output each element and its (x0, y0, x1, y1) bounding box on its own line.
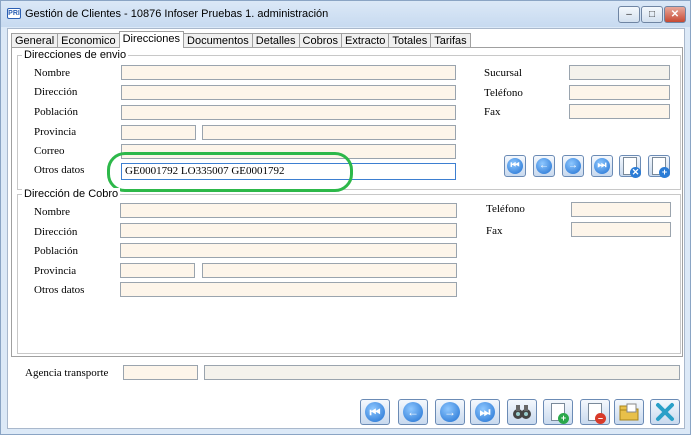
envio-group-title: Direcciones de envio (22, 49, 129, 61)
cobro-fax-field[interactable] (571, 222, 671, 237)
cobro-poblacion-field[interactable] (120, 243, 457, 258)
cobro-cp-field[interactable] (120, 263, 195, 278)
envio-provincia-field[interactable] (202, 125, 456, 140)
delete-record-button[interactable]: – (580, 399, 610, 425)
first-record-icon: ⏮ (365, 402, 385, 422)
envio-cp-field[interactable] (121, 125, 196, 140)
tab-tarifas[interactable]: Tarifas (430, 33, 471, 48)
highlight-annotation (107, 152, 353, 192)
envio-last-button[interactable]: ⏭ (591, 155, 613, 177)
maximize-button[interactable]: □ (641, 6, 663, 23)
binoculars-icon (513, 405, 531, 419)
cobro-group-title: Dirección de Cobro (22, 188, 121, 200)
next-record-button[interactable]: → (435, 399, 465, 425)
envio-nombre-field[interactable] (121, 65, 456, 80)
cobro-otros-label: Otros datos (34, 284, 85, 296)
cobro-direccion-label: Dirección (34, 226, 78, 238)
last-record-icon: ⏭ (475, 402, 495, 422)
title-bar[interactable]: PRI Gestión de Clientes - 10876 Infoser … (1, 1, 690, 27)
document-delete-icon: ✕ (623, 157, 641, 178)
document-delete-icon: – (588, 403, 606, 424)
tab-direcciones[interactable]: Direcciones (118, 31, 185, 48)
arrow-left-icon: ← (536, 158, 552, 174)
prev-record-button[interactable]: ← (398, 399, 428, 425)
envio-direccion-label: Dirección (34, 86, 78, 98)
folder-save-icon (619, 403, 639, 421)
app-icon: PRI (7, 8, 21, 19)
envio-prev-button[interactable]: ← (533, 155, 555, 177)
new-record-button[interactable]: + (543, 399, 573, 425)
cancel-button[interactable] (650, 399, 680, 425)
envio-telefono-field[interactable] (569, 85, 670, 100)
tab-strip: General Economico Direcciones Documentos… (11, 31, 471, 48)
cobro-direccion-field[interactable] (120, 223, 457, 238)
arrow-left-icon: ← (403, 402, 423, 422)
document-add-icon: + (551, 403, 569, 424)
minimize-button[interactable]: – (618, 6, 640, 23)
tab-cobros[interactable]: Cobros (298, 33, 343, 48)
arrow-right-icon: → (440, 402, 460, 422)
agencia-code-field[interactable] (123, 365, 198, 380)
tab-general[interactable]: General (11, 33, 59, 48)
envio-telefono-label: Teléfono (484, 87, 523, 99)
cobro-fax-label: Fax (486, 225, 503, 237)
search-button[interactable] (507, 399, 537, 425)
envio-sucursal-field[interactable] (569, 65, 670, 80)
arrow-right-icon: → (565, 158, 581, 174)
agencia-name-field[interactable] (204, 365, 680, 380)
agencia-label: Agencia transporte (25, 367, 109, 379)
cobro-provincia-field[interactable] (202, 263, 457, 278)
cobro-telefono-field[interactable] (571, 202, 671, 217)
cobro-nombre-label: Nombre (34, 206, 71, 218)
window-title: Gestión de Clientes - 10876 Infoser Prue… (25, 8, 329, 20)
envio-nombre-label: Nombre (34, 67, 71, 79)
envio-first-button[interactable]: ⏮ (504, 155, 526, 177)
envio-delete-address-button[interactable]: ✕ (619, 155, 641, 178)
envio-fax-label: Fax (484, 106, 501, 118)
cobro-provincia-label: Provincia (34, 265, 77, 277)
document-add-icon: + (652, 157, 670, 178)
tab-economico[interactable]: Economico (57, 33, 120, 48)
envio-otros-label: Otros datos (34, 164, 85, 176)
cobro-telefono-label: Teléfono (486, 203, 525, 215)
envio-provincia-label: Provincia (34, 126, 77, 138)
tab-detalles[interactable]: Detalles (251, 33, 300, 48)
close-icon (656, 403, 674, 421)
envio-poblacion-label: Población (34, 106, 78, 118)
first-record-icon: ⏮ (507, 158, 523, 174)
envio-sucursal-label: Sucursal (484, 67, 522, 79)
first-record-button[interactable]: ⏮ (360, 399, 390, 425)
tab-extracto[interactable]: Extracto (341, 33, 390, 48)
envio-next-button[interactable]: → (562, 155, 584, 177)
cobro-nombre-field[interactable] (120, 203, 457, 218)
tab-totales[interactable]: Totales (388, 33, 432, 48)
envio-correo-label: Correo (34, 145, 65, 157)
envio-fax-field[interactable] (569, 104, 670, 119)
last-record-icon: ⏭ (594, 158, 610, 174)
window: PRI Gestión de Clientes - 10876 Infoser … (0, 0, 691, 435)
envio-direccion-field[interactable] (121, 85, 456, 100)
save-record-button[interactable] (614, 399, 644, 425)
envio-add-address-button[interactable]: + (648, 155, 670, 178)
envio-poblacion-field[interactable] (121, 105, 456, 120)
tab-documentos[interactable]: Documentos (183, 33, 253, 48)
cobro-otros-field[interactable] (120, 282, 457, 297)
close-button[interactable]: ✕ (664, 6, 686, 23)
last-record-button[interactable]: ⏭ (470, 399, 500, 425)
cobro-poblacion-label: Población (34, 245, 78, 257)
